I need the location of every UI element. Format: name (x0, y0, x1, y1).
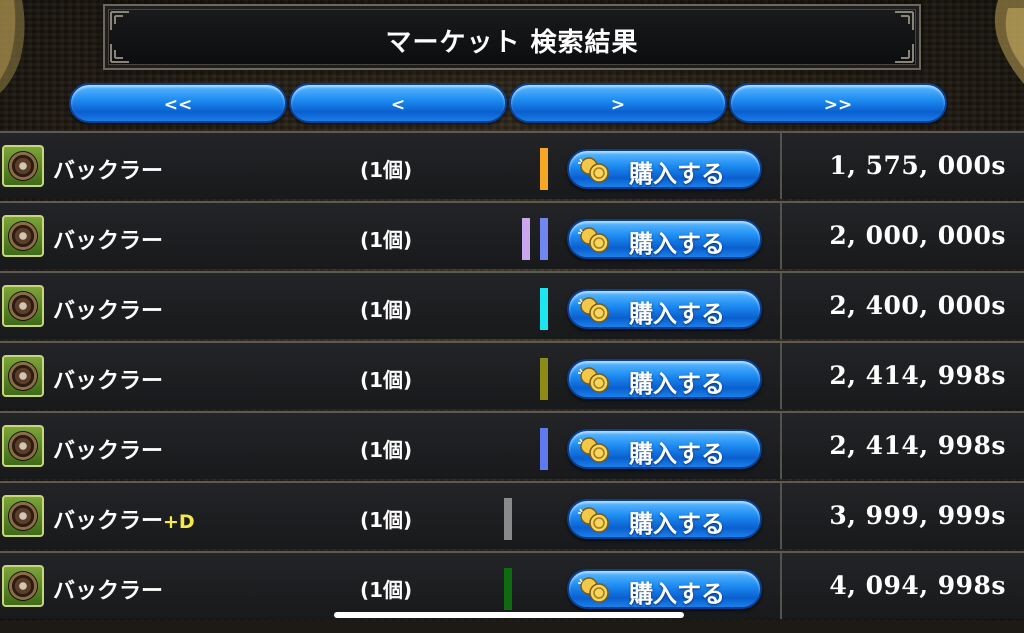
coin-icon (578, 577, 609, 603)
item-quantity: (1個) (360, 578, 413, 602)
item-name: バックラー (53, 573, 163, 605)
item-enhance-suffix: +D (163, 511, 195, 533)
seller-color-marker (540, 218, 548, 260)
title-bar: マーケット 検索結果 (103, 4, 921, 70)
coin-icon (578, 437, 609, 463)
buy-button-label: 購入する (629, 230, 725, 258)
shield-graphic (9, 432, 37, 460)
last-page-button[interactable]: >> (729, 83, 947, 123)
buy-button[interactable]: 購入する (567, 219, 762, 259)
item-quantity: (1個) (360, 368, 413, 392)
coin-icon (578, 227, 609, 253)
item-name-text: バックラー (53, 579, 164, 604)
seller-color-marker (504, 568, 512, 610)
item-quantity: (1個) (360, 228, 413, 252)
item-name-text: バックラー (53, 299, 164, 324)
ornament-left (0, 0, 25, 94)
column-divider (780, 133, 782, 199)
listing-row: バックラー+D (1個) 購入する 3, 999, 999s (0, 481, 1024, 549)
item-name-text: バックラー (53, 439, 164, 464)
column-divider (780, 483, 782, 549)
buy-button-label: 購入する (629, 160, 725, 188)
item-price: 4, 094, 998s (829, 571, 1006, 600)
buckler-shield-icon[interactable] (2, 495, 44, 537)
buy-button[interactable]: 購入する (567, 569, 762, 609)
buy-button-label: 購入する (629, 510, 725, 538)
item-name: バックラー+D (53, 503, 195, 535)
shield-graphic (9, 362, 37, 390)
item-quantity: (1個) (360, 298, 413, 322)
item-quantity: (1個) (360, 158, 413, 182)
bottom-bar (0, 620, 1024, 633)
item-name-text: バックラー (53, 159, 164, 184)
shield-graphic (9, 292, 37, 320)
buckler-shield-icon[interactable] (2, 145, 44, 187)
pagination: << < > >> (69, 83, 947, 125)
item-price: 1, 575, 000s (829, 151, 1006, 180)
column-divider (780, 553, 782, 619)
seller-color-marker (522, 218, 530, 260)
buckler-shield-icon[interactable] (2, 425, 44, 467)
next-page-button[interactable]: > (509, 83, 727, 123)
ornament-right (994, 0, 1024, 84)
item-name: バックラー (53, 223, 163, 255)
buckler-shield-icon[interactable] (2, 285, 44, 327)
listing-row: バックラー (1個) 購入する 1, 575, 000s (0, 131, 1024, 199)
item-price: 3, 999, 999s (829, 501, 1006, 530)
item-name-text: バックラー (53, 229, 164, 254)
seller-color-marker (540, 148, 548, 190)
buy-button-label: 購入する (629, 370, 725, 398)
buy-button[interactable]: 購入する (567, 429, 762, 469)
buckler-shield-icon[interactable] (2, 215, 44, 257)
item-quantity: (1個) (360, 438, 413, 462)
buy-button[interactable]: 購入する (567, 359, 762, 399)
home-indicator[interactable] (334, 612, 684, 618)
shield-graphic (9, 152, 37, 180)
item-price: 2, 000, 000s (829, 221, 1006, 250)
listing-row: バックラー (1個) 購入する 2, 414, 998s (0, 411, 1024, 479)
buy-button-label: 購入する (629, 440, 725, 468)
shield-graphic (9, 572, 37, 600)
item-quantity: (1個) (360, 508, 413, 532)
coin-icon (578, 367, 609, 393)
column-divider (780, 413, 782, 479)
item-name: バックラー (53, 363, 163, 395)
coin-icon (578, 157, 609, 183)
seller-color-marker (540, 428, 548, 470)
buy-button-label: 購入する (629, 300, 725, 328)
listing-row: バックラー (1個) 購入する 4, 094, 998s (0, 551, 1024, 619)
item-name-text: バックラー (53, 369, 164, 394)
seller-color-marker (504, 498, 512, 540)
item-price: 2, 414, 998s (829, 361, 1006, 390)
column-divider (780, 343, 782, 409)
coin-icon (578, 297, 609, 323)
seller-color-marker (540, 358, 548, 400)
buy-button[interactable]: 購入する (567, 149, 762, 189)
first-page-button[interactable]: << (69, 83, 287, 123)
column-divider (780, 203, 782, 269)
seller-color-marker (540, 288, 548, 330)
listing-row: バックラー (1個) 購入する 2, 400, 000s (0, 271, 1024, 339)
buy-button-label: 購入する (629, 580, 725, 608)
item-name: バックラー (53, 153, 163, 185)
item-price: 2, 414, 998s (829, 431, 1006, 460)
item-name-text: バックラー (53, 509, 164, 534)
listing-row: バックラー (1個) 購入する 2, 414, 998s (0, 341, 1024, 409)
buckler-shield-icon[interactable] (2, 355, 44, 397)
listing-row: バックラー (1個) 購入する 2, 000, 000s (0, 201, 1024, 269)
buy-button[interactable]: 購入する (567, 499, 762, 539)
item-name: バックラー (53, 433, 163, 465)
prev-page-button[interactable]: < (289, 83, 507, 123)
item-name: バックラー (53, 293, 163, 325)
page-title: マーケット 検索結果 (385, 28, 639, 58)
shield-graphic (9, 222, 37, 250)
shield-graphic (9, 502, 37, 530)
buy-button[interactable]: 購入する (567, 289, 762, 329)
buckler-shield-icon[interactable] (2, 565, 44, 607)
coin-icon (578, 507, 609, 533)
column-divider (780, 273, 782, 339)
item-price: 2, 400, 000s (829, 291, 1006, 320)
